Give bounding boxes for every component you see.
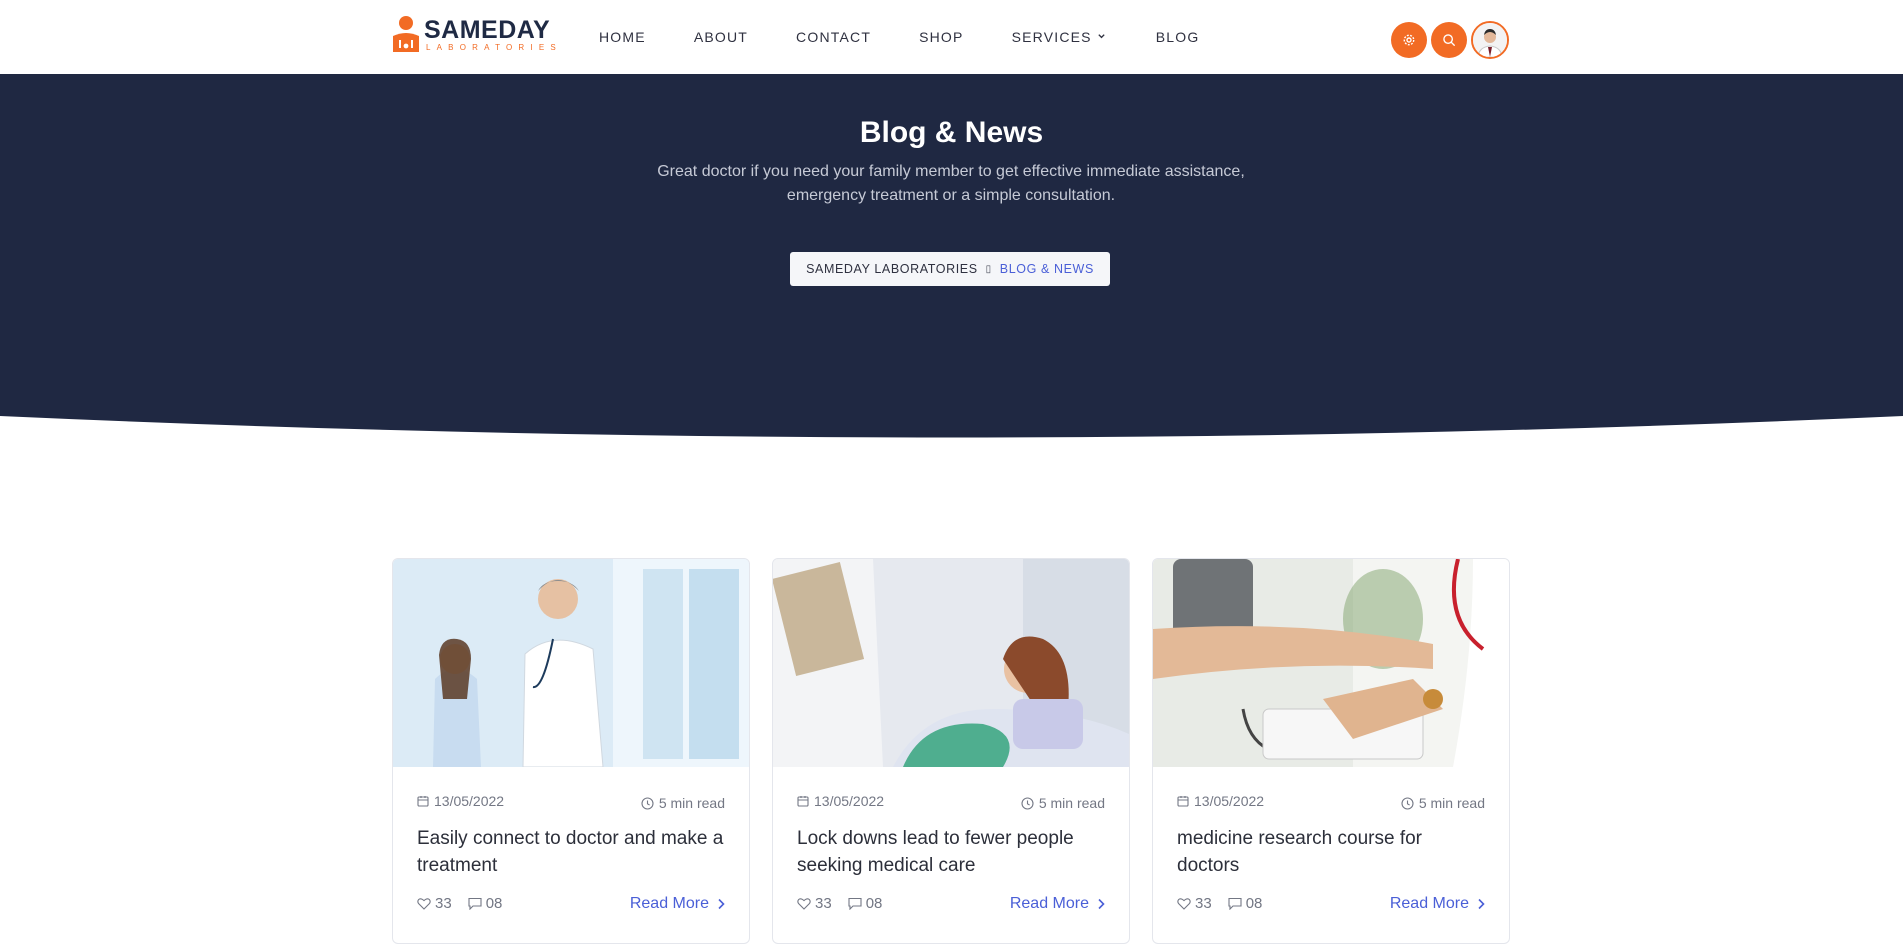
post-date-text: 13/05/2022 [814,793,885,809]
post-stats: 33 08 [1177,895,1262,912]
post-title[interactable]: Lock downs lead to fewer people seeking … [797,825,1105,879]
search-button[interactable] [1431,22,1467,58]
comments-count: 08 [485,895,503,912]
hero-banner: Blog & News Great doctor if you need you… [0,74,1903,454]
post-meta: 13/05/2022 5 min read [797,793,1105,811]
nav-services[interactable]: SERVICES [1012,28,1106,48]
nav-shop[interactable]: SHOP [919,28,963,48]
post-stats: 33 08 [417,895,502,912]
post-date: 13/05/2022 [797,793,884,809]
heart-icon[interactable] [1177,897,1191,910]
brand-logo[interactable]: SAMEDAY LABORATORIES [392,16,556,56]
likes-count: 33 [435,895,452,912]
breadcrumb-current: BLOG & NEWS [999,262,1094,276]
post-title[interactable]: Easily connect to doctor and make a trea… [417,825,725,879]
chevron-right-icon [718,898,725,910]
post-footer: 33 08 Read More [1177,895,1485,915]
gear-icon [1403,34,1415,46]
read-more-link[interactable]: Read More [1390,895,1485,913]
blog-card[interactable]: 13/05/2022 5 min read medicine research … [1152,558,1510,944]
post-date-text: 13/05/2022 [1194,793,1265,809]
calendar-icon [1177,796,1189,807]
read-more-label: Read More [1009,895,1089,912]
nav-home[interactable]: HOME [599,28,646,48]
brand-tagline: LABORATORIES [426,43,562,52]
read-more-link[interactable]: Read More [630,895,725,913]
search-icon [1443,34,1455,46]
clock-icon [1021,796,1034,810]
blog-card[interactable]: 13/05/2022 5 min read Easily connect to … [392,558,750,944]
comment-icon[interactable] [468,897,482,910]
heart-icon[interactable] [417,897,431,910]
clock-icon [641,796,654,810]
calendar-icon [797,796,809,807]
chevron-down-icon [1098,34,1105,39]
post-stats: 33 08 [797,895,882,912]
post-meta: 13/05/2022 5 min read [1177,793,1485,811]
likes-count: 33 [1195,895,1212,912]
post-read-time: 5 min read [641,795,725,811]
post-date: 13/05/2022 [417,793,504,809]
blog-card[interactable]: 13/05/2022 5 min read Lock downs lead to… [772,558,1130,944]
read-more-label: Read More [1389,895,1469,912]
post-meta: 13/05/2022 5 min read [417,793,725,811]
post-read-time-text: 5 min read [658,795,725,811]
brand-name: SAMEDAY [424,16,551,44]
post-date-text: 13/05/2022 [434,793,505,809]
nav-contact[interactable]: CONTACT [796,28,871,48]
post-read-time-text: 5 min read [1038,795,1105,811]
chevron-right-icon [1098,898,1105,910]
comment-icon[interactable] [1228,897,1242,910]
logo-mark-icon [393,16,419,52]
breadcrumb-home[interactable]: SAMEDAY LABORATORIES [806,262,978,276]
post-footer: 33 08 Read More [797,895,1105,915]
read-more-link[interactable]: Read More [1010,895,1105,913]
post-read-time-text: 5 min read [1418,795,1485,811]
comments-count: 08 [1245,895,1263,912]
post-read-time: 5 min read [1401,795,1485,811]
comment-icon[interactable] [848,897,862,910]
site-header: SAMEDAY LABORATORIES HOME ABOUT CONTACT … [0,0,1903,74]
nav-services-label: SERVICES [1011,29,1092,45]
calendar-icon [417,796,429,807]
comments-count: 08 [865,895,883,912]
nav-blog[interactable]: BLOG [1156,28,1200,48]
page-title: Blog & News [859,116,1044,149]
user-avatar[interactable] [1471,21,1509,59]
clock-icon [1401,796,1414,810]
heart-icon[interactable] [797,897,811,910]
doctor-avatar-icon [1473,23,1507,57]
post-title[interactable]: medicine research course for doctors [1177,825,1485,879]
post-footer: 33 08 Read More [417,895,725,915]
page-subtitle: Great doctor if you need your family mem… [657,163,1245,204]
post-read-time: 5 min read [1021,795,1105,811]
breadcrumb-separator-icon: ▯ [985,263,992,275]
settings-button[interactable] [1391,22,1427,58]
breadcrumb: SAMEDAY LABORATORIES ▯ BLOG & NEWS [790,252,1110,286]
post-date: 13/05/2022 [1177,793,1264,809]
likes-count: 33 [815,895,832,912]
nav-about[interactable]: ABOUT [694,28,748,48]
post-image[interactable] [773,559,1129,767]
main-nav: HOME ABOUT CONTACT SHOP SERVICES BLOG [599,28,1247,48]
read-more-label: Read More [629,895,709,912]
post-image[interactable] [1153,559,1509,767]
post-image[interactable] [393,559,749,767]
chevron-right-icon [1478,898,1485,910]
